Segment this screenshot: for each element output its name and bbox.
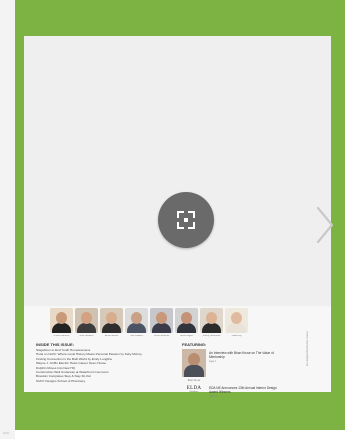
contributor-photos [50,308,248,333]
contributor-photo [75,308,98,333]
contributor-photo [100,308,123,333]
left-margin-strip [0,0,15,439]
zoom-button[interactable] [158,192,214,248]
elda-article[interactable]: EDA NE Announces 13th Annual Interior De… [209,386,279,399]
elda-logo-subtitle: Excellence [189,391,199,393]
vertical-publication-note: New England Real Estate Journal [307,332,317,390]
table-of-contents: Kristen Mauchle Nora Goodwin Allison Brown… [24,306,331,398]
contributor-name: Valda Ray [231,335,242,337]
featured-article-title: An Interview with Brian Kruse on The Val… [209,351,274,360]
contributor-photo [225,308,248,333]
issue-article-item[interactable]: SUNY Designs School of Pharmacy [36,379,184,383]
contributor-names: Kristen Mauchle Nora Goodwin Allison Brown… [50,335,248,337]
contributor-name: Tom Williams [130,335,143,337]
featured-article[interactable]: An Interview with Brian Kruse on The Val… [209,351,279,364]
vertical-note-text: New England Real Estate Journal [307,331,309,366]
contributor-photo [175,308,198,333]
contributor-name: Allison Brown [104,335,119,337]
contributor-name: Jason Rogers [179,335,194,337]
elda-article-title: EDA NE Announces 13th Annual Interior De… [209,386,277,395]
contributor-photo [150,308,173,333]
magazine-page[interactable]: Kristen Mauchle Nora Goodwin Allison Brown… [24,36,334,398]
featured-portrait [182,349,206,377]
magazine-cover-area [24,36,331,306]
next-page-chevron-icon[interactable] [315,206,335,244]
issue-article-list: StageDoor to End Youth Homelessness Hotel… [36,348,184,383]
contributor-photo [200,308,223,333]
contributor-name: Sherry Greenwald [202,335,221,337]
elda-article-page: page 14 [209,395,218,398]
contributor-name: Nora Goodwin [79,335,94,337]
featured-portrait-caption: Brian Kruse [187,379,201,382]
featured-article-page: page 1 [209,360,217,363]
contributor-name: Kristen Mauchle [53,335,70,337]
contributor-name: Wilson McEwen [153,335,170,337]
bottom-mark [3,432,9,434]
zoom-focus-icon [177,211,195,229]
contributor-photo [50,308,73,333]
featuring-heading: FEATURING: [182,342,207,347]
contributor-photo [125,308,148,333]
inside-issue-heading: INSIDE THIS ISSUE: [36,342,75,347]
